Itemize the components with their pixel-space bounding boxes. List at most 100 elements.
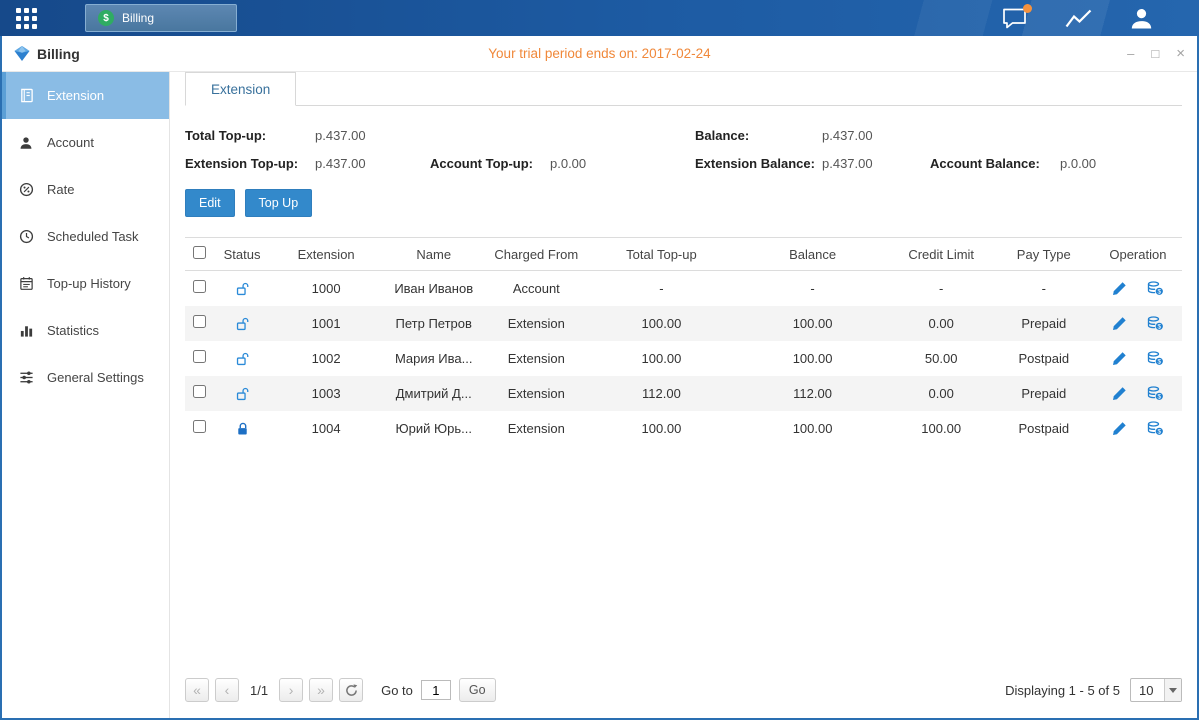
sidebar-item-general-settings[interactable]: General Settings bbox=[2, 354, 169, 401]
page-size-select[interactable]: 10 bbox=[1130, 678, 1182, 702]
col-pay-type: Pay Type bbox=[994, 238, 1094, 271]
table-header-row: Status Extension Name Charged From Total… bbox=[185, 238, 1182, 271]
billing-app-tab-label: Billing bbox=[122, 11, 154, 25]
prev-page-button[interactable]: ‹ bbox=[215, 678, 239, 702]
maximize-button[interactable]: □ bbox=[1151, 47, 1159, 60]
row-checkbox[interactable] bbox=[193, 350, 206, 363]
credit-limit-cell: 0.00 bbox=[889, 376, 994, 411]
total-topup-cell: 112.00 bbox=[586, 376, 736, 411]
extension-table: Status Extension Name Charged From Total… bbox=[185, 237, 1182, 446]
status-unlocked-icon bbox=[235, 350, 250, 365]
next-page-button[interactable]: › bbox=[279, 678, 303, 702]
charged-from-cell: Extension bbox=[486, 341, 586, 376]
extension-cell: 1004 bbox=[271, 411, 381, 446]
window-body: Extension Account Rate bbox=[2, 72, 1197, 718]
extension-topup-label: Extension Top-up: bbox=[185, 156, 315, 171]
pay-type-cell: Postpaid bbox=[994, 341, 1094, 376]
top-up-coins-icon[interactable]: $ bbox=[1147, 280, 1164, 296]
edit-button[interactable]: Edit bbox=[185, 189, 235, 217]
minimize-button[interactable]: – bbox=[1127, 47, 1134, 60]
col-name: Name bbox=[381, 238, 486, 271]
pay-type-cell: Postpaid bbox=[994, 411, 1094, 446]
charged-from-cell: Extension bbox=[486, 411, 586, 446]
displaying-text: Displaying 1 - 5 of 5 bbox=[1005, 683, 1120, 698]
sidebar-item-statistics[interactable]: Statistics bbox=[2, 307, 169, 354]
account-balance-value: p.0.00 bbox=[1060, 156, 1182, 171]
extension-cell: 1000 bbox=[271, 271, 381, 306]
select-all-checkbox[interactable] bbox=[193, 246, 206, 259]
row-checkbox[interactable] bbox=[193, 420, 206, 433]
total-topup-cell: 100.00 bbox=[586, 306, 736, 341]
edit-pencil-icon[interactable] bbox=[1112, 385, 1127, 401]
table-row: 1003 Дмитрий Д... Extension 112.00 112.0… bbox=[185, 376, 1182, 411]
col-balance: Balance bbox=[737, 238, 889, 271]
charged-from-cell: Extension bbox=[486, 306, 586, 341]
extension-cell: 1002 bbox=[271, 341, 381, 376]
edit-pencil-icon[interactable] bbox=[1112, 315, 1127, 331]
window-title-text: Billing bbox=[37, 46, 80, 62]
statistics-chart-icon[interactable] bbox=[1065, 9, 1092, 28]
row-checkbox[interactable] bbox=[193, 315, 206, 328]
billing-gem-icon bbox=[14, 46, 30, 61]
chevron-down-icon bbox=[1164, 679, 1181, 701]
refresh-icon bbox=[345, 684, 358, 697]
col-operation: Operation bbox=[1094, 238, 1182, 271]
sidebar-item-rate[interactable]: Rate bbox=[2, 166, 169, 213]
close-button[interactable]: × bbox=[1176, 46, 1185, 61]
svg-text:$: $ bbox=[1157, 394, 1161, 401]
total-topup-value: p.437.00 bbox=[315, 128, 430, 143]
col-total-topup: Total Top-up bbox=[586, 238, 736, 271]
notification-badge bbox=[1023, 4, 1032, 13]
credit-limit-cell: 100.00 bbox=[889, 411, 994, 446]
svg-text:$: $ bbox=[1157, 359, 1161, 366]
chat-icon[interactable] bbox=[1002, 8, 1027, 29]
apps-grid-icon[interactable] bbox=[16, 8, 37, 29]
edit-pencil-icon[interactable] bbox=[1112, 350, 1127, 366]
charged-from-cell: Extension bbox=[486, 376, 586, 411]
top-up-coins-icon[interactable]: $ bbox=[1147, 420, 1164, 436]
goto-page-input[interactable] bbox=[421, 680, 451, 700]
credit-limit-cell: 0.00 bbox=[889, 306, 994, 341]
extension-balance-label: Extension Balance: bbox=[695, 156, 822, 171]
name-cell: Петр Петров bbox=[381, 306, 486, 341]
top-up-coins-icon[interactable]: $ bbox=[1147, 385, 1164, 401]
balance-cell: 100.00 bbox=[737, 306, 889, 341]
sidebar-item-label: Rate bbox=[47, 182, 74, 197]
edit-pencil-icon[interactable] bbox=[1112, 280, 1127, 296]
row-checkbox[interactable] bbox=[193, 280, 206, 293]
sidebar-item-topup-history[interactable]: Top-up History bbox=[2, 260, 169, 307]
charged-from-cell: Account bbox=[486, 271, 586, 306]
last-page-button[interactable]: » bbox=[309, 678, 333, 702]
row-checkbox[interactable] bbox=[193, 385, 206, 398]
user-icon[interactable] bbox=[1130, 8, 1153, 29]
rate-percent-icon bbox=[17, 182, 35, 197]
svg-text:$: $ bbox=[1157, 289, 1161, 296]
credit-limit-cell: 50.00 bbox=[889, 341, 994, 376]
page-indicator: 1/1 bbox=[250, 683, 268, 698]
goto-label: Go to bbox=[381, 683, 413, 698]
sidebar-item-scheduled-task[interactable]: Scheduled Task bbox=[2, 213, 169, 260]
calendar-icon bbox=[17, 276, 35, 291]
person-icon bbox=[17, 136, 35, 150]
pagination-bar: « ‹ 1/1 › » Go to Go Displaying 1 - 5 of… bbox=[185, 666, 1182, 718]
top-up-coins-icon[interactable]: $ bbox=[1147, 350, 1164, 366]
edit-pencil-icon[interactable] bbox=[1112, 420, 1127, 436]
topbar-right bbox=[1002, 8, 1199, 29]
sidebar-item-extension[interactable]: Extension bbox=[2, 72, 169, 119]
top-bar: $ Billing bbox=[0, 0, 1199, 36]
balance-cell: 100.00 bbox=[737, 341, 889, 376]
clock-icon bbox=[17, 229, 35, 244]
total-topup-cell: 100.00 bbox=[586, 341, 736, 376]
first-page-button[interactable]: « bbox=[185, 678, 209, 702]
tab-extension[interactable]: Extension bbox=[185, 72, 296, 106]
top-up-button[interactable]: Top Up bbox=[245, 189, 313, 217]
balance-cell: 100.00 bbox=[737, 411, 889, 446]
sidebar-item-account[interactable]: Account bbox=[2, 119, 169, 166]
window-controls: – □ × bbox=[995, 46, 1185, 61]
go-button[interactable]: Go bbox=[459, 678, 496, 702]
balance-label: Balance: bbox=[695, 128, 822, 143]
billing-app-tab[interactable]: $ Billing bbox=[85, 4, 237, 32]
pay-type-cell: Prepaid bbox=[994, 306, 1094, 341]
refresh-button[interactable] bbox=[339, 678, 363, 702]
top-up-coins-icon[interactable]: $ bbox=[1147, 315, 1164, 331]
